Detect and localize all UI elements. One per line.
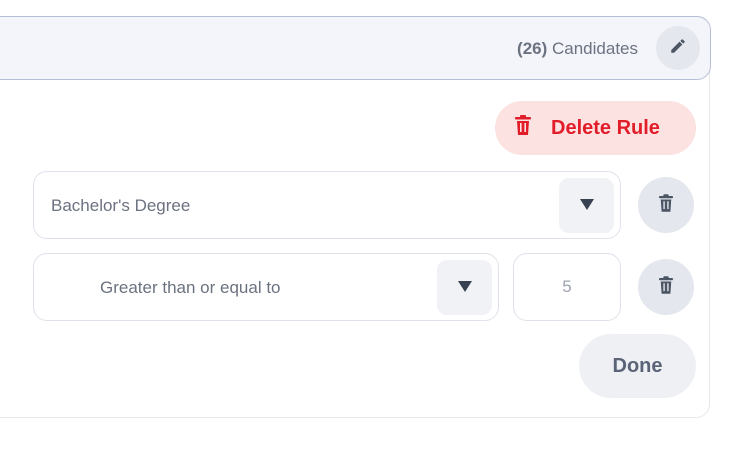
field-select-value: Bachelor's Degree bbox=[51, 196, 191, 215]
trash-icon bbox=[515, 115, 551, 141]
remove-condition-button[interactable] bbox=[638, 259, 694, 315]
candidates-label: Candidates bbox=[547, 39, 638, 58]
delete-rule-button[interactable]: Delete Rule bbox=[495, 101, 696, 155]
candidates-count: (26) bbox=[517, 39, 548, 58]
field-select[interactable]: Bachelor's Degree bbox=[33, 171, 621, 239]
operator-select[interactable]: Greater than or equal to bbox=[33, 253, 499, 321]
field-select-toggle[interactable] bbox=[559, 178, 614, 233]
pencil-icon bbox=[669, 37, 687, 60]
edit-button[interactable] bbox=[656, 26, 700, 70]
caret-down-icon bbox=[457, 279, 472, 297]
candidates-summary: (26) Candidates bbox=[517, 39, 638, 59]
rule-header: (26) Candidates bbox=[0, 16, 711, 80]
trash-icon bbox=[659, 193, 673, 217]
operator-select-value: Greater than or equal to bbox=[100, 278, 281, 297]
done-button[interactable]: Done bbox=[579, 334, 696, 398]
caret-down-icon bbox=[579, 197, 594, 215]
remove-condition-button[interactable] bbox=[638, 177, 694, 233]
operator-select-toggle[interactable] bbox=[437, 260, 492, 315]
trash-icon bbox=[659, 275, 673, 299]
value-input[interactable]: 5 bbox=[513, 253, 621, 321]
delete-rule-label: Delete Rule bbox=[551, 116, 660, 139]
